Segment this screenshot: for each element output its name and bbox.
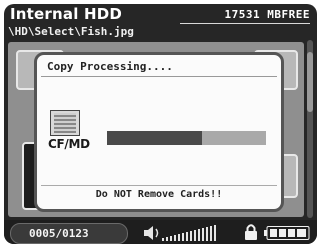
free-space-readout: 17531 MBFREE [224, 8, 310, 21]
warning-message: Do NOT Remove Cards!! [95, 189, 223, 200]
location-title: Internal HDD [10, 5, 123, 23]
dialog-footer-divider [41, 185, 277, 186]
file-path: \HD\Select\Fish.jpg [8, 25, 134, 38]
lock-icon [245, 224, 257, 240]
free-space-divider [180, 23, 310, 24]
scrollbar[interactable] [307, 40, 313, 218]
file-counter: 0005/0123 [10, 223, 128, 244]
battery-icon [264, 226, 310, 240]
source-media-label: CF/MD [48, 137, 90, 151]
memory-card-icon [50, 110, 80, 136]
dialog-title-divider [41, 76, 277, 77]
scrollbar-thumb[interactable] [307, 52, 313, 112]
dialog-title: Copy Processing.... [47, 60, 173, 73]
copy-progress-dialog: Copy Processing.... CF/MD Do NOT Remove … [34, 52, 284, 212]
copy-progress-fill [107, 131, 203, 145]
speaker-volume-icon [144, 225, 216, 241]
copy-progress-bar [107, 131, 266, 145]
